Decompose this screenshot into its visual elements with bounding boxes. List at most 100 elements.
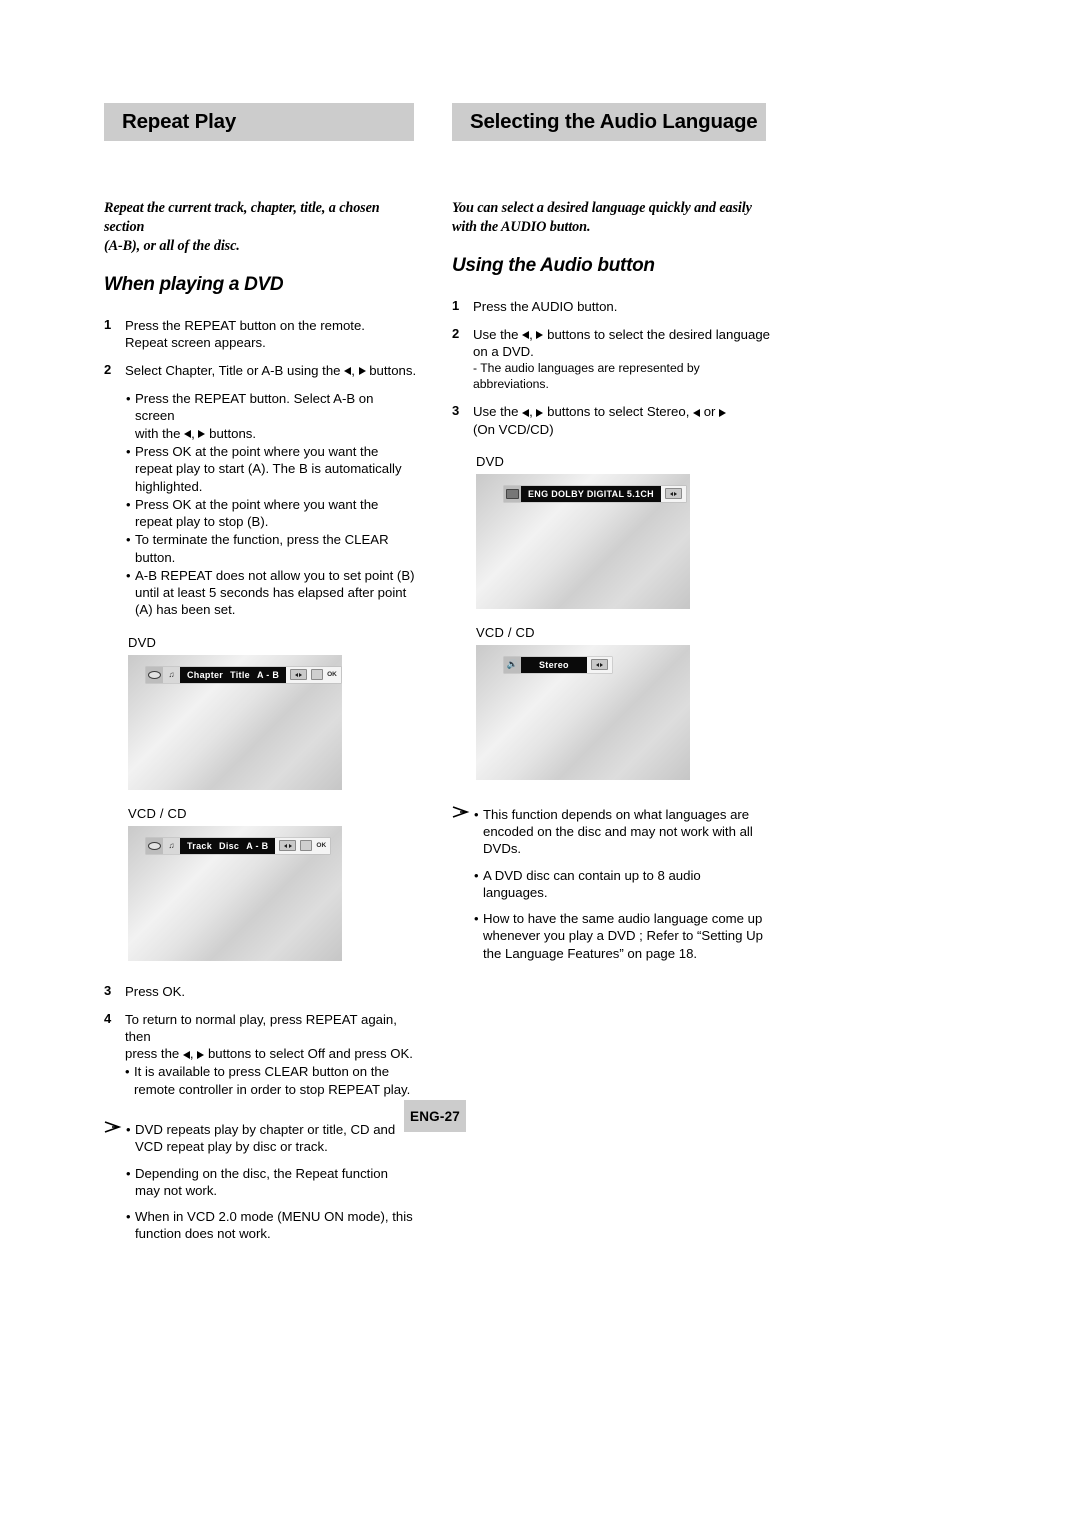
note-arrow-icon bbox=[452, 805, 470, 818]
step-1-line-2: Repeat screen appears. bbox=[125, 334, 266, 350]
bullet-dot-icon: • bbox=[126, 567, 131, 583]
left-column: Repeat Play Repeat the current track, ch… bbox=[104, 103, 416, 1252]
osd-options: Chapter Title A - B bbox=[180, 666, 287, 683]
step-number: 1 bbox=[452, 297, 460, 313]
steps-list: 1 Press the REPEAT button on the remote.… bbox=[104, 317, 416, 619]
step-number: 3 bbox=[104, 982, 112, 998]
comma-separator: , bbox=[529, 404, 533, 420]
step-text: Press the REPEAT button on the remote. R… bbox=[125, 317, 416, 351]
bullet-dot-icon: • bbox=[474, 806, 479, 822]
step-text: Press OK. bbox=[125, 983, 186, 999]
tv-screen-preview: ♫ Track Disc A - B OK bbox=[128, 825, 342, 961]
osd-bar: 🔊 Stereo bbox=[504, 656, 612, 673]
note-item: • How to have the same audio language co… bbox=[474, 910, 766, 962]
step-4-line-2: press the , buttons to select Off and pr… bbox=[125, 1045, 416, 1062]
screen-mock-vcdcd-repeat: VCD / CD ♫ Track Disc A - B OK bbox=[128, 806, 416, 961]
step-number: 2 bbox=[104, 361, 112, 377]
bullet-text: Press OK at the point where you want the… bbox=[135, 496, 379, 530]
intro-line-1: Repeat the current track, chapter, title… bbox=[104, 200, 380, 235]
screen-label: DVD bbox=[476, 453, 505, 469]
bullet-text: Press OK at the point where you want the… bbox=[135, 443, 402, 494]
step-text: Select Chapter, Title or A-B using the ,… bbox=[125, 362, 416, 379]
comma-separator: , bbox=[191, 425, 195, 441]
step-3-line-2: (On VCD/CD) bbox=[473, 421, 554, 437]
step-2-line-1: Select Chapter, Title or A-B using the ,… bbox=[125, 362, 416, 379]
bullet-dot-icon: • bbox=[126, 1209, 131, 1225]
bullet-item: • To terminate the function, press the C… bbox=[126, 531, 416, 566]
osd-option-track: Track bbox=[187, 840, 213, 851]
right-arrow-icon bbox=[197, 1050, 205, 1059]
left-right-key-icon bbox=[590, 659, 608, 671]
ok-key-icon bbox=[311, 669, 324, 681]
step-3-or: or bbox=[703, 404, 716, 420]
comma-separator: , bbox=[189, 1046, 194, 1062]
subheading-when-playing-a-dvd: When playing a DVD bbox=[104, 273, 284, 295]
osd-option-title: Title bbox=[230, 669, 250, 680]
right-arrow-icon bbox=[198, 430, 206, 439]
bullet-item: • Press OK at the point where you want t… bbox=[126, 496, 416, 531]
step-2: 2 Use the , buttons to select the desire… bbox=[452, 326, 770, 393]
bullet-text: Press the REPEAT button. Select A-B on s… bbox=[135, 390, 416, 442]
step-4-line-2-head: press the bbox=[125, 1046, 180, 1062]
step-2-line-3: - The audio languages are represented by… bbox=[473, 361, 700, 392]
ok-key-label: OK bbox=[327, 671, 337, 679]
osd-bar: ♫ Chapter Title A - B OK bbox=[146, 666, 341, 683]
right-arrow-icon bbox=[536, 408, 544, 417]
step-2-tail: buttons to select the desired language bbox=[547, 326, 771, 342]
section-title: Selecting the Audio Language bbox=[470, 109, 758, 133]
bullet-1-line-1: Press the REPEAT button. Select A-B on s… bbox=[135, 391, 374, 424]
section-title: Repeat Play bbox=[122, 109, 237, 133]
osd-key-hints bbox=[660, 485, 686, 502]
left-right-key-icon bbox=[279, 840, 297, 852]
note-item: • Depending on the disc, the Repeat func… bbox=[126, 1165, 416, 1200]
intro-paragraph: You can select a desired language quickl… bbox=[452, 199, 766, 237]
bullet-dot-icon: • bbox=[126, 443, 131, 459]
left-right-key-icon bbox=[664, 488, 682, 500]
bullet-1-line-2-head: with the bbox=[135, 425, 181, 441]
step-1: 1 Press the REPEAT button on the remote.… bbox=[104, 317, 416, 351]
note-item: • DVD repeats play by chapter or title, … bbox=[126, 1121, 416, 1156]
disc-icon bbox=[146, 837, 163, 854]
notes-block: • DVD repeats play by chapter or title, … bbox=[104, 1121, 416, 1243]
bullet-text: To terminate the function, press the CLE… bbox=[135, 532, 389, 565]
osd-key-hints: OK bbox=[286, 666, 341, 683]
step-4-line-2-tail: buttons to select Off and press OK. bbox=[207, 1046, 413, 1062]
screen-mock-dvd-repeat: DVD ♫ Chapter Title A - B OK bbox=[128, 635, 416, 790]
bullet-item: • Press OK at the point where you want t… bbox=[126, 443, 416, 495]
note-text: A DVD disc can contain up to 8 audio lan… bbox=[483, 867, 701, 900]
step-3-head: Use the bbox=[473, 404, 519, 420]
bullet-text: It is available to press CLEAR button on… bbox=[134, 1064, 411, 1097]
bullet-item: • A-B REPEAT does not allow you to set p… bbox=[126, 567, 416, 619]
intro-line-1: You can select a desired language quickl… bbox=[452, 200, 752, 216]
left-right-key-icon bbox=[290, 669, 308, 681]
osd-option-ab: A - B bbox=[246, 840, 269, 851]
left-arrow-icon bbox=[182, 1050, 190, 1059]
osd-bar: ♫ Track Disc A - B OK bbox=[146, 837, 331, 854]
osd-options: Track Disc A - B bbox=[180, 837, 276, 854]
note-icon: ♫ bbox=[163, 666, 180, 683]
step-1-line-1: Press the REPEAT button on the remote. bbox=[125, 317, 365, 333]
note-icon: ♫ bbox=[163, 837, 180, 854]
right-column: Selecting the Audio Language You can sel… bbox=[452, 103, 770, 971]
bullet-dot-icon: • bbox=[126, 1121, 131, 1137]
intro-line-2: (A-B), or all of the disc. bbox=[104, 237, 240, 254]
comma-separator: , bbox=[351, 362, 355, 378]
page-number-badge: ENG-27 bbox=[404, 1100, 466, 1132]
intro-line-2: with the AUDIO button. bbox=[452, 218, 591, 235]
note-text: DVD repeats play by chapter or title, CD… bbox=[135, 1121, 396, 1155]
bullet-dot-icon: • bbox=[474, 867, 479, 883]
note-item: • This function depends on what language… bbox=[474, 806, 766, 858]
osd-option-chapter: Chapter bbox=[187, 669, 224, 680]
bullet-1-line-2-tail: buttons. bbox=[209, 425, 257, 441]
osd-bar: ENG DOLBY DIGITAL 5.1CH bbox=[504, 485, 686, 502]
note-arrow-icon bbox=[104, 1121, 122, 1133]
osd-key-hints: OK bbox=[275, 837, 331, 854]
bullet-dot-icon: • bbox=[126, 391, 131, 407]
step-number: 4 bbox=[104, 1010, 112, 1026]
screen-label: DVD bbox=[128, 634, 157, 650]
screen-label: VCD / CD bbox=[476, 624, 535, 640]
step-2-head: Use the bbox=[473, 326, 519, 342]
step-1: 1 Press the AUDIO button. bbox=[452, 298, 766, 315]
screen-label: VCD / CD bbox=[128, 805, 187, 821]
ok-key-label: OK bbox=[316, 842, 327, 850]
